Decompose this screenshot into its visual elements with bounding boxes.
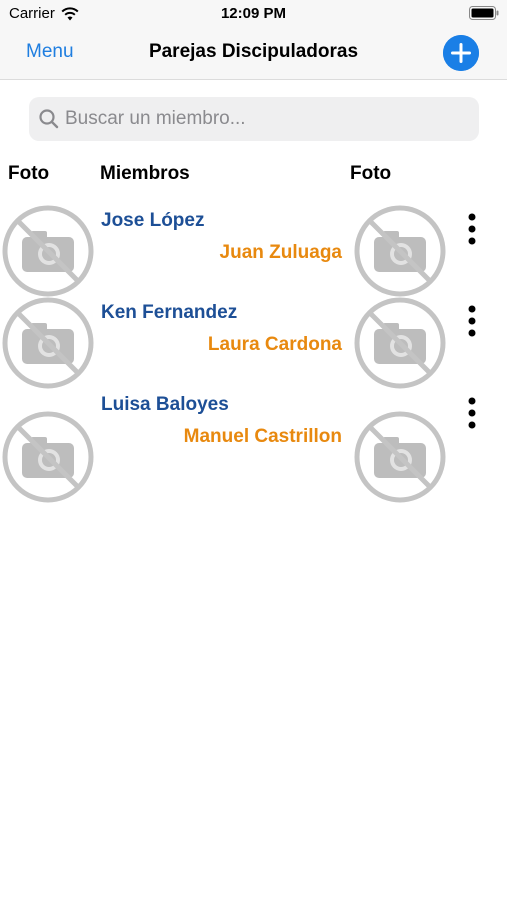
member-name: Ken Fernandez: [101, 302, 238, 323]
member-photo: [1, 204, 95, 298]
column-header-photo-left: Foto: [8, 163, 50, 184]
page-title: Parejas Discipuladoras: [148, 41, 359, 62]
navigation-bar: Menu Parejas Discipuladoras: [0, 30, 507, 80]
status-time: 12:09 PM: [220, 5, 287, 22]
column-header-members: Miembros: [100, 163, 190, 184]
member-photo: [1, 296, 95, 390]
vertical-ellipsis-icon: [468, 305, 476, 337]
more-options-button[interactable]: [462, 396, 482, 430]
partner-name: Laura Cardona: [207, 334, 342, 355]
search-input[interactable]: [65, 97, 470, 141]
column-header-photo-right: Foto: [350, 163, 392, 184]
partner-photo: [353, 204, 447, 298]
search-icon: [39, 109, 59, 129]
partner-name: Juan Zuluaga: [219, 242, 342, 263]
status-bar: Carrier 12:09 PM: [0, 0, 507, 30]
add-pair-button[interactable]: [443, 35, 479, 71]
no-photo-icon: [1, 410, 95, 504]
no-photo-icon: [353, 410, 447, 504]
partner-photo: [353, 296, 447, 390]
search-bar: [29, 97, 479, 141]
no-photo-icon: [353, 296, 447, 390]
list-item[interactable]: Luisa Baloyes Manuel Castrillon: [0, 384, 507, 476]
more-options-button[interactable]: [462, 304, 482, 338]
member-photo: [1, 410, 95, 504]
list-item[interactable]: Ken Fernandez Laura Cardona: [0, 292, 507, 384]
plus-circle-icon: [443, 35, 479, 71]
no-photo-icon: [353, 204, 447, 298]
partner-photo: [353, 410, 447, 504]
list-item[interactable]: Jose López Juan Zuluaga: [0, 200, 507, 292]
vertical-ellipsis-icon: [468, 213, 476, 245]
member-name: Luisa Baloyes: [101, 394, 229, 415]
no-photo-icon: [1, 204, 95, 298]
vertical-ellipsis-icon: [468, 397, 476, 429]
partner-name: Manuel Castrillon: [183, 426, 342, 447]
member-name: Jose López: [101, 210, 205, 231]
battery-icon: [469, 6, 499, 20]
no-photo-icon: [1, 296, 95, 390]
more-options-button[interactable]: [462, 212, 482, 246]
